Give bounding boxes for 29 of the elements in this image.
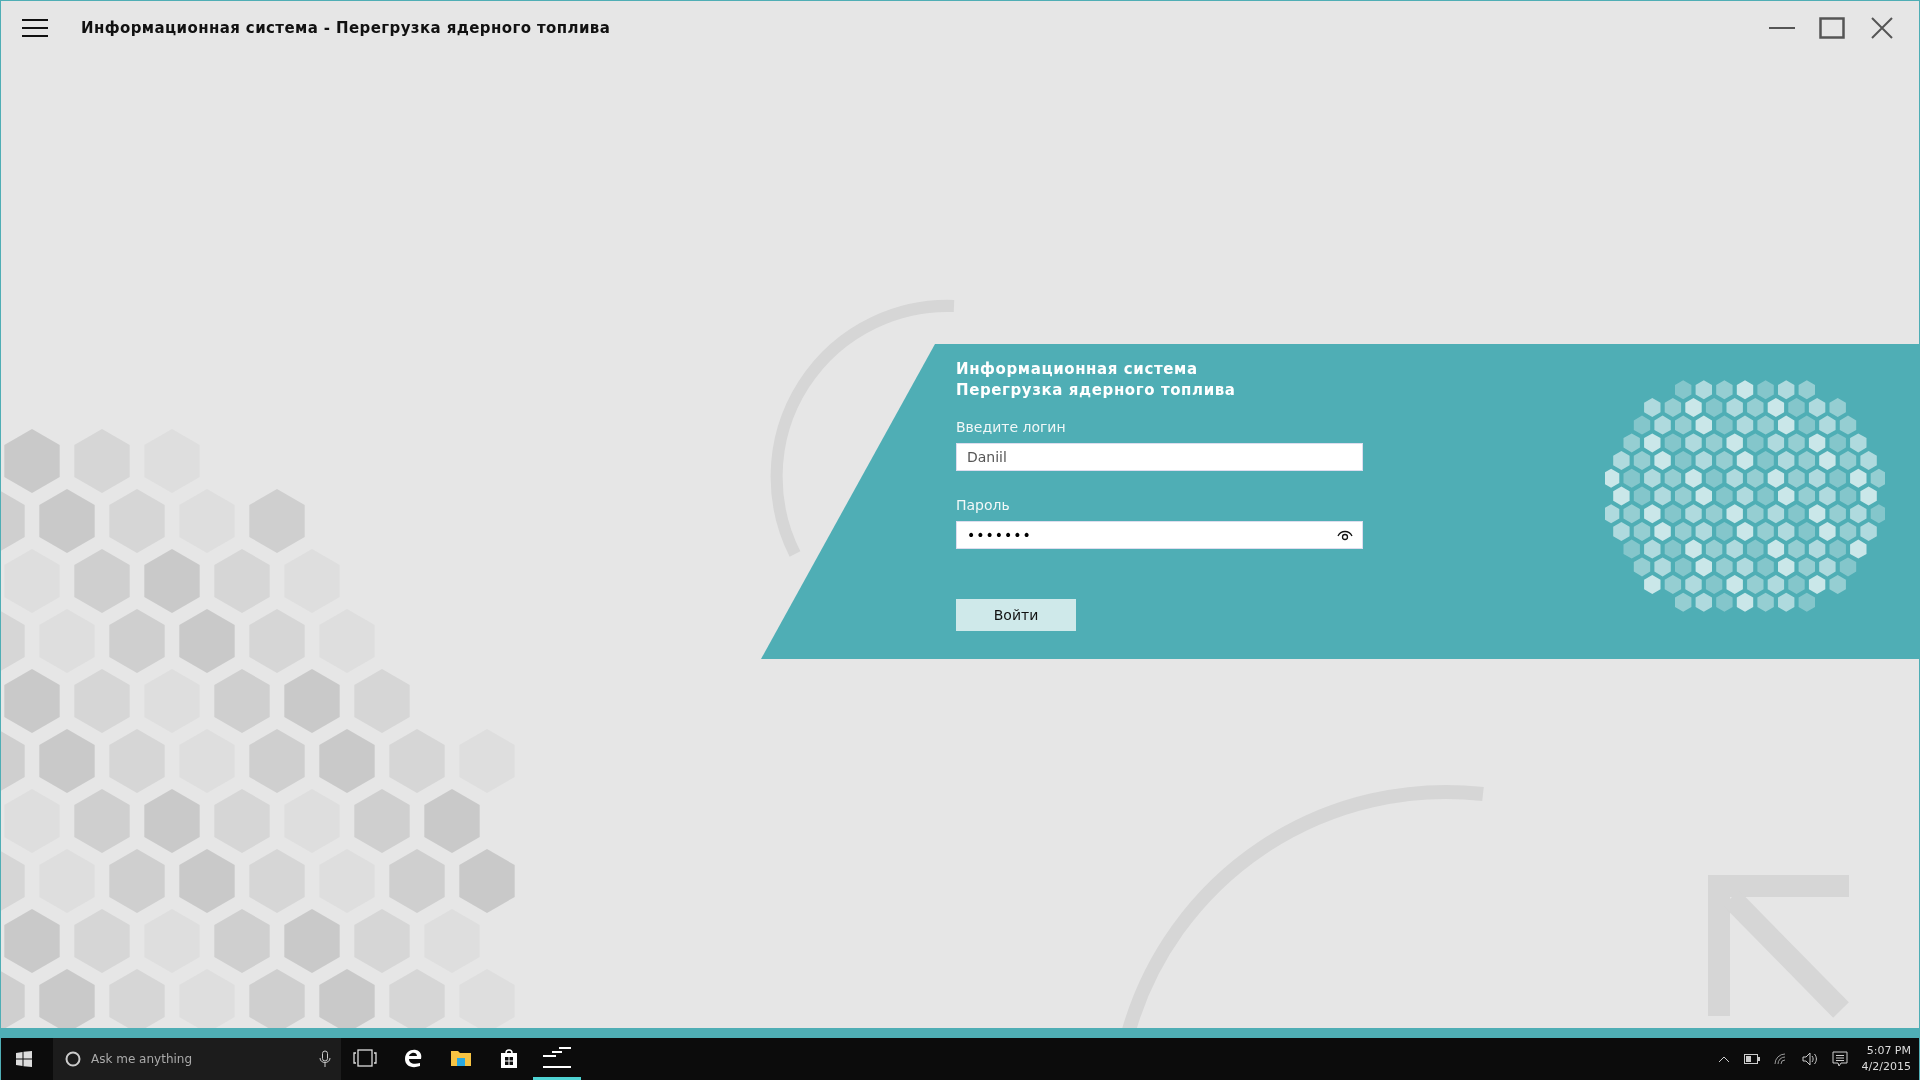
search-field[interactable]: Ask me anything <box>53 1038 341 1080</box>
eye-icon[interactable] <box>1337 529 1353 541</box>
chevron-up-icon[interactable] <box>1717 1055 1730 1063</box>
folder-icon <box>450 1048 472 1067</box>
password-field[interactable]: ••••••• <box>956 521 1363 549</box>
speaker-icon[interactable] <box>1801 1052 1818 1066</box>
clock-time: 5:07 PM <box>1866 1043 1911 1059</box>
maximize-icon <box>1819 17 1845 39</box>
login-field[interactable]: Daniil <box>956 443 1363 471</box>
search-placeholder: Ask me anything <box>91 1052 193 1066</box>
shopping-bag-icon <box>499 1046 519 1069</box>
field-label: Введите логин <box>956 419 1066 435</box>
panel-heading: Информационная система <box>956 359 1199 380</box>
close-icon <box>1871 17 1893 39</box>
window-title: Информационная система - Перегрузка ядерного топлива <box>81 19 612 37</box>
stacked-bars-icon <box>542 1045 572 1070</box>
microphone-icon[interactable] <box>319 1050 331 1068</box>
minimize-icon <box>1769 27 1795 29</box>
battery-icon[interactable] <box>1743 1054 1760 1064</box>
circle-icon <box>65 1051 81 1067</box>
task-view-icon <box>353 1048 377 1067</box>
menu-icon <box>22 19 48 37</box>
login-button[interactable]: Войти <box>956 599 1076 631</box>
field-label: Пароль <box>956 497 1010 513</box>
notification-icon[interactable] <box>1831 1051 1848 1067</box>
wifi-icon[interactable] <box>1773 1053 1788 1065</box>
panel-heading: Перегрузка ядерного топлива <box>956 380 1237 401</box>
clock-date: 4/2/2015 <box>1861 1059 1911 1075</box>
windows-logo-icon <box>16 1051 32 1067</box>
